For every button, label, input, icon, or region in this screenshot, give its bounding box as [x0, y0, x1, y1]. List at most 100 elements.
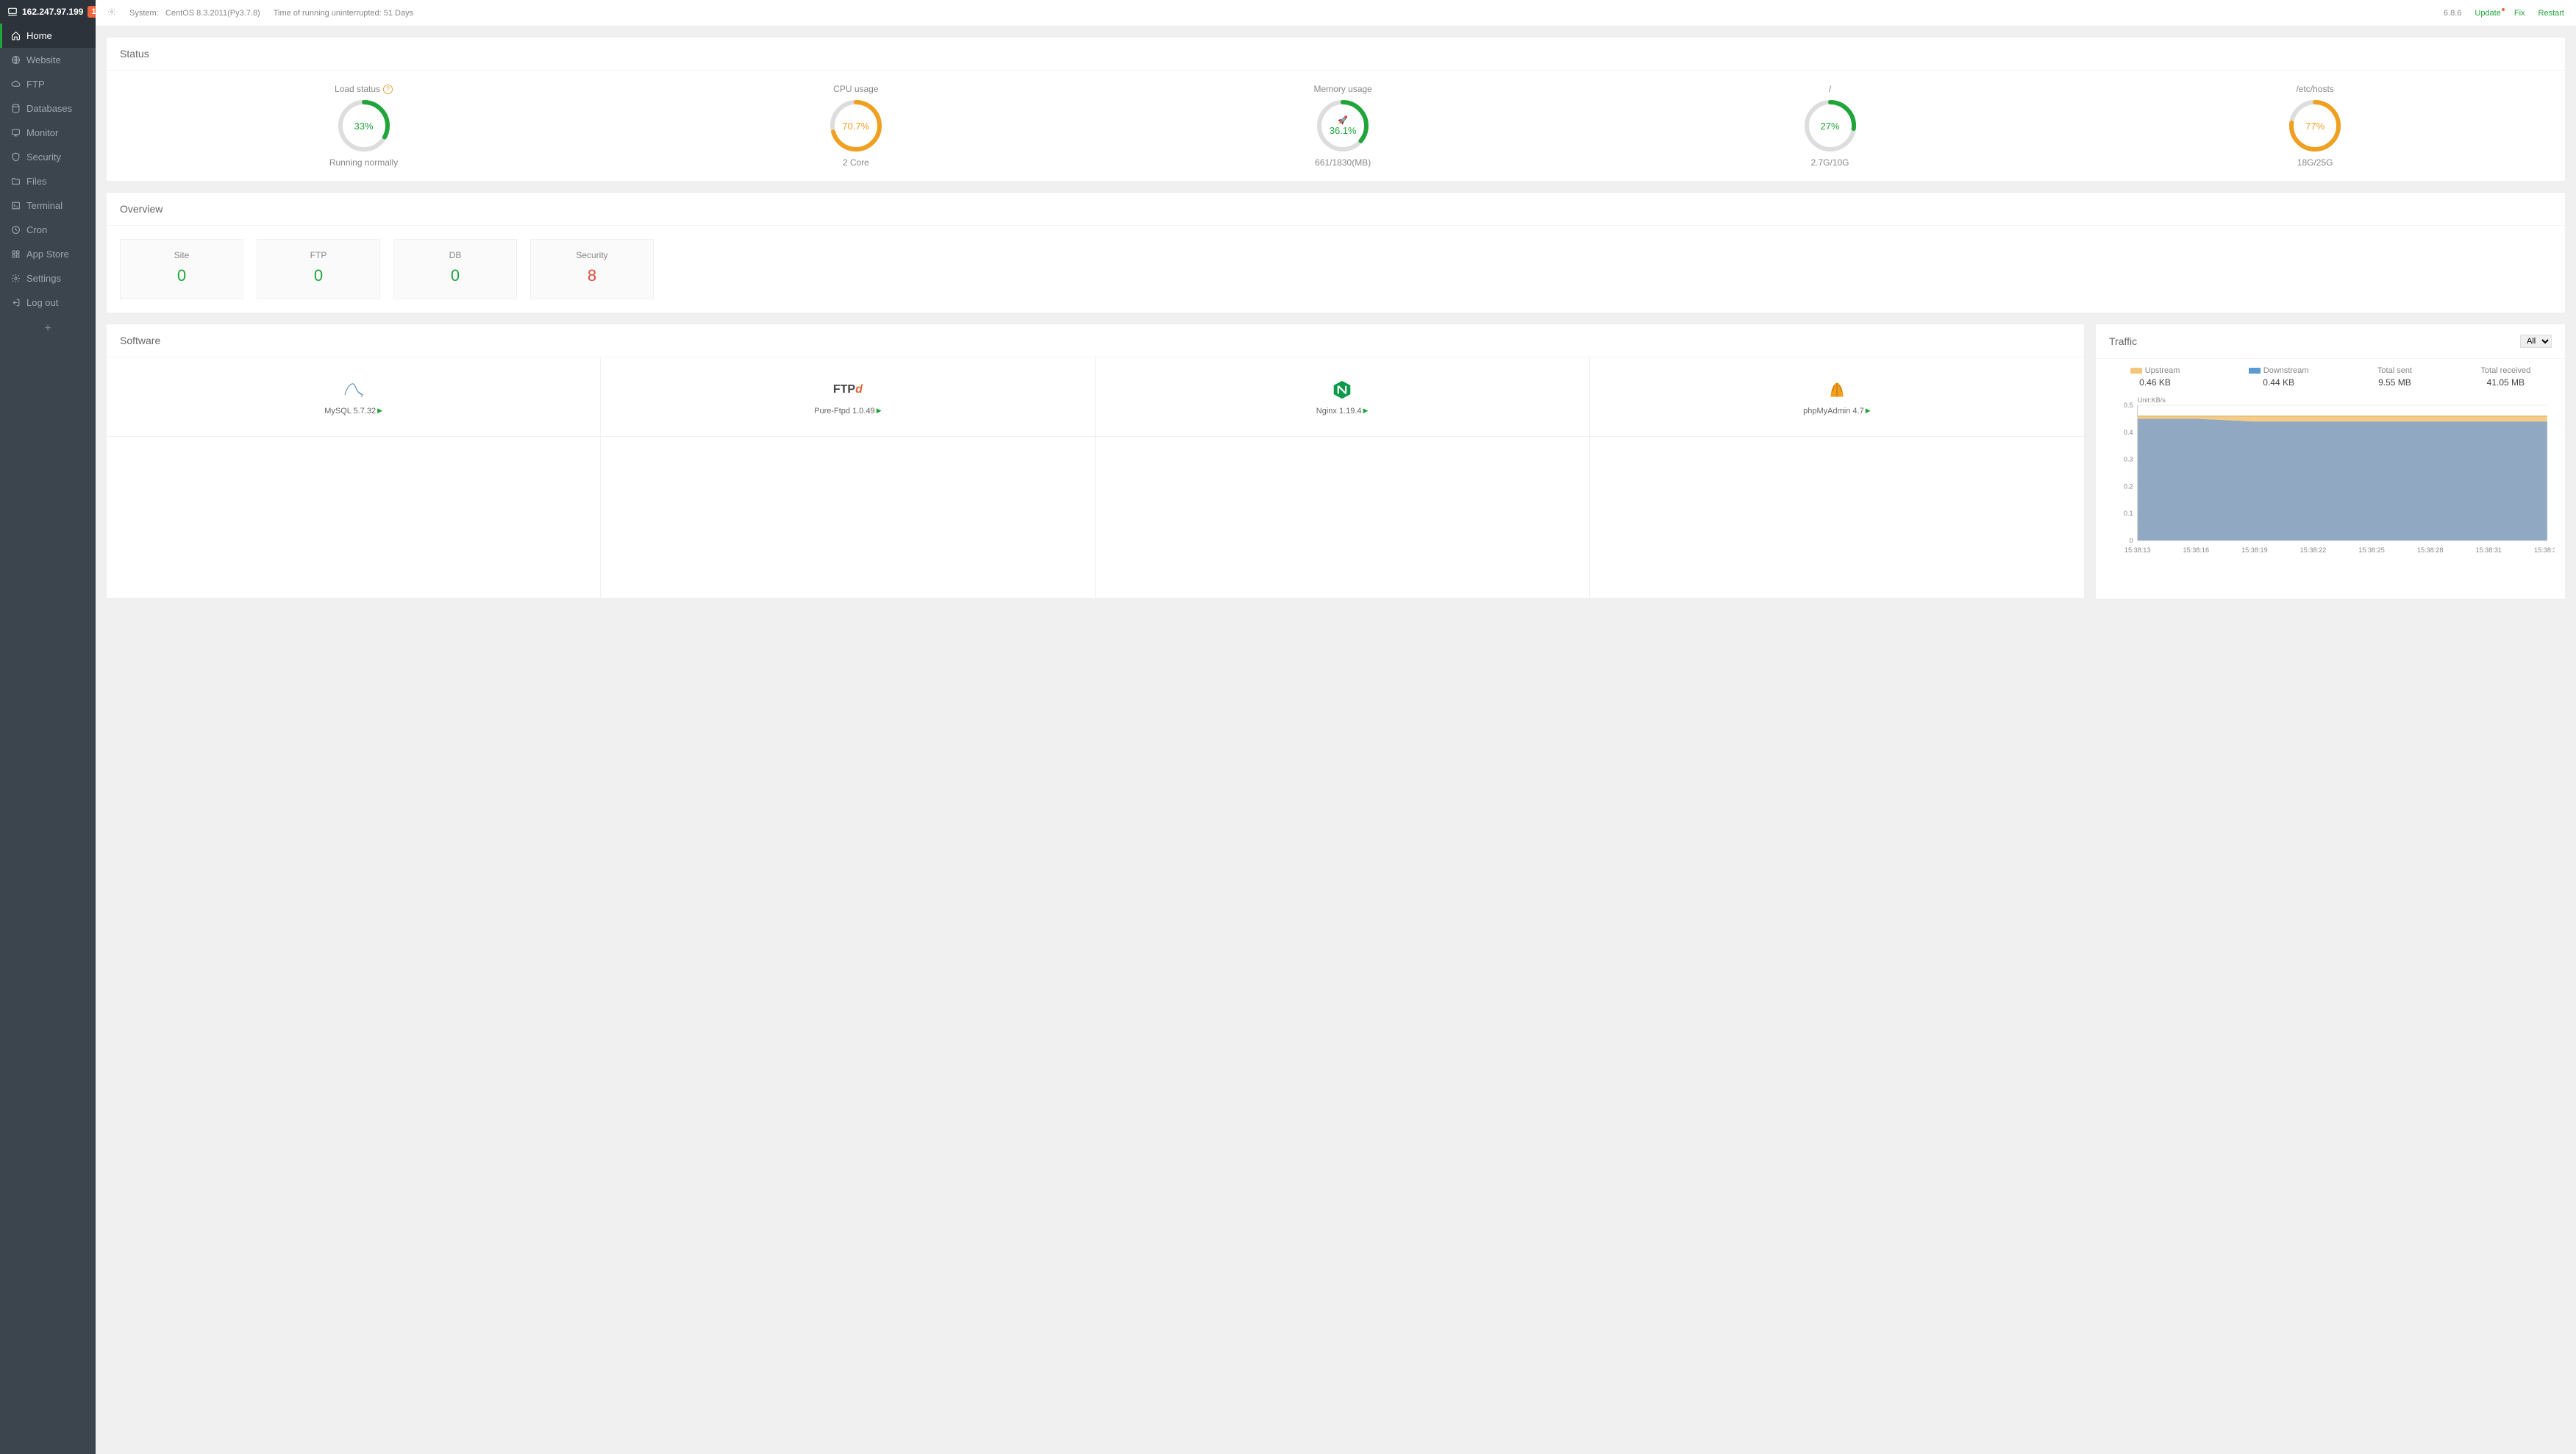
sidebar-item-label: Security [26, 152, 61, 163]
traffic-chart: Unit:KB/s 0 0.1 0.2 0.3 0.4 0.5 15:38:13 15:38:1… [2096, 392, 2565, 599]
svg-text:0: 0 [2130, 537, 2133, 544]
gauge[interactable]: / 27% 2.7G/10G [1803, 84, 1858, 168]
upstream-swatch-icon [2130, 368, 2142, 374]
sidebar-item-label: Log out [26, 297, 58, 308]
sidebar-item-settings[interactable]: Settings [0, 266, 96, 291]
svg-text:15:38:19: 15:38:19 [2241, 546, 2268, 554]
uptime-info: Time of running uninterrupted: 51 Days [274, 9, 413, 18]
overview-card[interactable]: FTP 0 [257, 239, 380, 299]
sidebar-item-files[interactable]: Files [0, 169, 96, 193]
svg-text:15:38:28: 15:38:28 [2417, 546, 2444, 554]
overview-panel: Overview Site 0FTP 0DB 0Security 8 [106, 192, 2566, 313]
sidebar-item-label: Home [26, 30, 52, 41]
software-item[interactable]: phpMyAdmin 4.7▶ [1590, 357, 2084, 437]
gauge[interactable]: /etc/hosts 77% 18G/25G [2288, 84, 2342, 168]
sidebar-item-home[interactable]: Home [0, 24, 96, 48]
software-item[interactable]: Nginx 1.19.4▶ [1096, 357, 1590, 437]
stat-downstream: Downstream 0.44 KB [2249, 366, 2309, 388]
sidebar-item-terminal[interactable]: Terminal [0, 193, 96, 218]
software-item[interactable]: FTPd Pure-Ftpd 1.0.49▶ [601, 357, 1095, 437]
svg-text:15:38:34: 15:38:34 [2534, 546, 2555, 554]
overview-card[interactable]: Site 0 [120, 239, 243, 299]
software-panel: Software MySQL 5.7.32▶FTPd Pure-Ftpd 1.0… [106, 324, 2085, 599]
play-icon: ▶ [377, 407, 382, 415]
sidebar-item-label: Settings [26, 273, 61, 284]
sidebar-item-label: Website [26, 54, 61, 65]
logout-icon [10, 298, 21, 307]
gauge[interactable]: CPU usage 70.7% 2 Core [829, 84, 883, 168]
stat-upstream: Upstream 0.46 KB [2130, 366, 2180, 388]
svg-text:15:38:22: 15:38:22 [2300, 546, 2327, 554]
overview-title: Overview [107, 193, 2565, 226]
sidebar: 162.247.97.199 1 Home Website FTP Databa… [0, 0, 96, 1454]
fix-link[interactable]: Fix [2514, 9, 2525, 18]
sidebar-item-appstore[interactable]: App Store [0, 242, 96, 266]
ftpd-icon: FTPd [833, 379, 863, 401]
play-icon: ▶ [1363, 407, 1369, 415]
topbar: System: CentOS 8.3.2011(Py3.7.8) Time of… [96, 0, 2576, 26]
sidebar-add-button[interactable]: + [0, 315, 96, 343]
svg-text:0.4: 0.4 [2124, 429, 2133, 436]
sidebar-item-logout[interactable]: Log out [0, 291, 96, 315]
play-icon: ▶ [877, 407, 882, 415]
gauge[interactable]: Memory usage 🚀 36.1% 661/1830(MB) [1313, 84, 1371, 168]
folder-icon [10, 177, 21, 186]
downstream-swatch-icon [2249, 368, 2261, 374]
sidebar-item-label: Cron [26, 224, 47, 235]
server-ip: 162.247.97.199 [22, 7, 83, 17]
svg-text:0.2: 0.2 [2124, 482, 2133, 490]
software-empty-cell [1590, 437, 2084, 599]
update-dot-icon [2502, 8, 2505, 11]
traffic-panel: Traffic All Upstream 0.46 KB Downstream … [2095, 324, 2566, 599]
nginx-icon [1332, 379, 1352, 401]
sidebar-header[interactable]: 162.247.97.199 1 [0, 0, 96, 24]
svg-text:15:38:13: 15:38:13 [2124, 546, 2151, 554]
software-item[interactable]: MySQL 5.7.32▶ [107, 357, 601, 437]
home-icon [10, 31, 21, 40]
sidebar-item-monitor[interactable]: Monitor [0, 121, 96, 145]
traffic-title: Traffic [2109, 335, 2137, 347]
sidebar-item-website[interactable]: Website [0, 48, 96, 72]
sidebar-item-label: Terminal [26, 200, 63, 211]
status-panel: Status Load status? 33% Running normally… [106, 37, 2566, 182]
help-icon[interactable]: ? [383, 85, 393, 94]
svg-text:15:38:31: 15:38:31 [2475, 546, 2502, 554]
software-empty-cell [1096, 437, 1590, 599]
svg-text:0.1: 0.1 [2124, 510, 2133, 517]
software-empty-cell [107, 437, 601, 599]
restart-link[interactable]: Restart [2538, 9, 2564, 18]
db-icon [10, 104, 21, 113]
sidebar-item-label: Databases [26, 103, 72, 114]
svg-text:Unit:KB/s: Unit:KB/s [2138, 396, 2166, 404]
sidebar-item-security[interactable]: Security [0, 145, 96, 169]
globe-icon [10, 55, 21, 65]
grid-icon [10, 249, 21, 259]
software-title: Software [107, 324, 2084, 357]
svg-text:0.3: 0.3 [2124, 456, 2133, 463]
pma-icon [1827, 379, 1847, 401]
stat-total-sent: Total sent 9.55 MB [2377, 366, 2412, 388]
sidebar-item-databases[interactable]: Databases [0, 96, 96, 121]
sidebar-item-ftp[interactable]: FTP [0, 72, 96, 96]
overview-card[interactable]: Security 8 [530, 239, 654, 299]
laptop-icon [7, 7, 18, 17]
monitor-icon [10, 128, 21, 138]
svg-text:15:38:25: 15:38:25 [2358, 546, 2385, 554]
overview-card[interactable]: DB 0 [393, 239, 517, 299]
update-link[interactable]: Update [2475, 9, 2500, 18]
gear-icon[interactable] [107, 7, 116, 18]
sidebar-item-cron[interactable]: Cron [0, 218, 96, 242]
mysql-icon [343, 379, 365, 401]
sidebar-item-label: Monitor [26, 127, 58, 138]
software-empty-cell [601, 437, 1095, 599]
shield-icon [10, 152, 21, 162]
gear-icon [10, 274, 21, 283]
version-label: 6.8.6 [2444, 9, 2461, 18]
gauge[interactable]: Load status? 33% Running normally [329, 84, 398, 168]
rocket-icon: 🚀 [1338, 115, 1348, 125]
sidebar-item-label: App Store [26, 249, 69, 260]
status-title: Status [107, 38, 2565, 71]
play-icon: ▶ [1866, 407, 1871, 415]
traffic-filter-select[interactable]: All [2520, 335, 2552, 348]
svg-text:0.5: 0.5 [2124, 402, 2133, 409]
